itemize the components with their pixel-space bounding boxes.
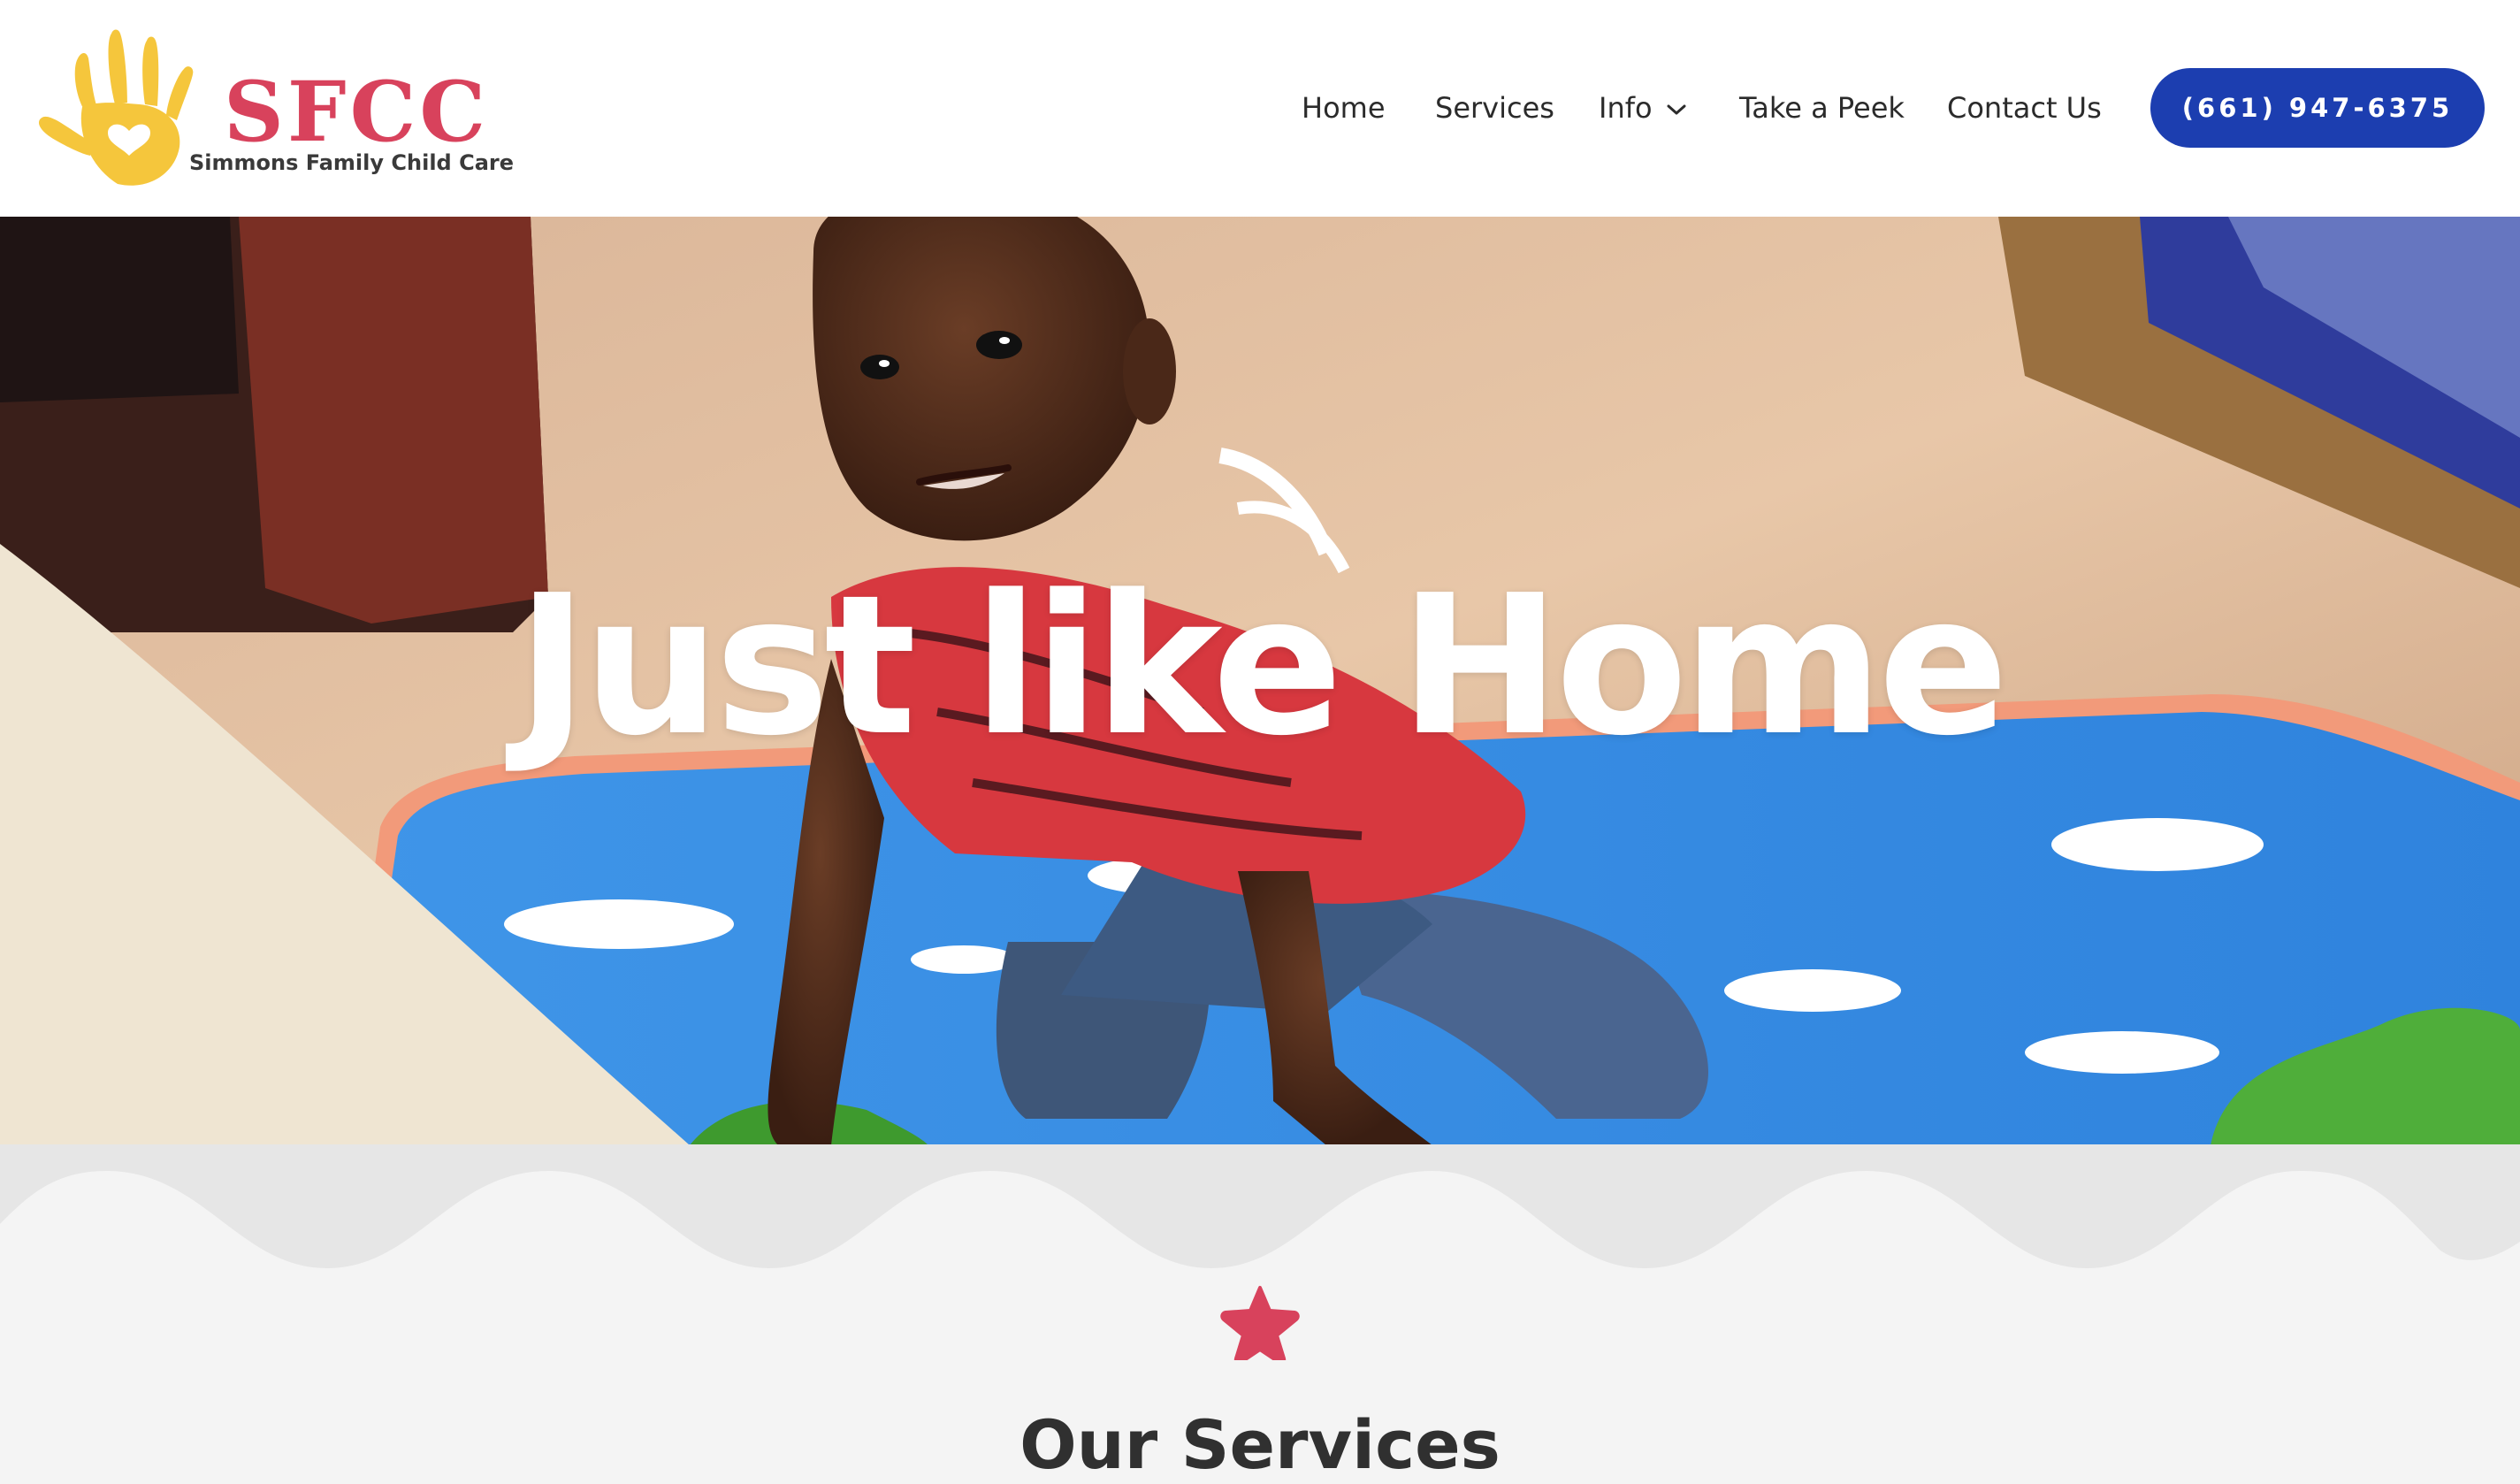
nav-info-label: Info bbox=[1599, 91, 1653, 125]
star-icon bbox=[1220, 1286, 1300, 1360]
logo-subtitle: Simmons Family Child Care bbox=[189, 150, 514, 175]
handprint-icon bbox=[38, 29, 194, 186]
wave-divider bbox=[0, 1144, 2520, 1277]
nav-services[interactable]: Services bbox=[1435, 88, 1554, 127]
site-logo[interactable]: SFCC Simmons Family Child Care bbox=[34, 23, 514, 193]
hero-banner: Just like Home bbox=[0, 217, 2520, 1145]
chevron-down-icon bbox=[1667, 104, 1686, 115]
logo-wordmark: SFCC bbox=[224, 64, 490, 161]
nav-contact-us[interactable]: Contact Us bbox=[1947, 88, 2102, 127]
nav-info[interactable]: Info bbox=[1599, 88, 1686, 127]
site-header: SFCC Simmons Family Child Care Home Serv… bbox=[0, 0, 2520, 217]
nav-take-a-peek[interactable]: Take a Peek bbox=[1739, 88, 1905, 127]
nav-home[interactable]: Home bbox=[1302, 88, 1386, 127]
phone-call-button[interactable]: (661) 947-6375 bbox=[2150, 68, 2485, 148]
section-heading: Our Services bbox=[1019, 1405, 1501, 1484]
hero-title: Just like Home bbox=[516, 555, 2009, 778]
